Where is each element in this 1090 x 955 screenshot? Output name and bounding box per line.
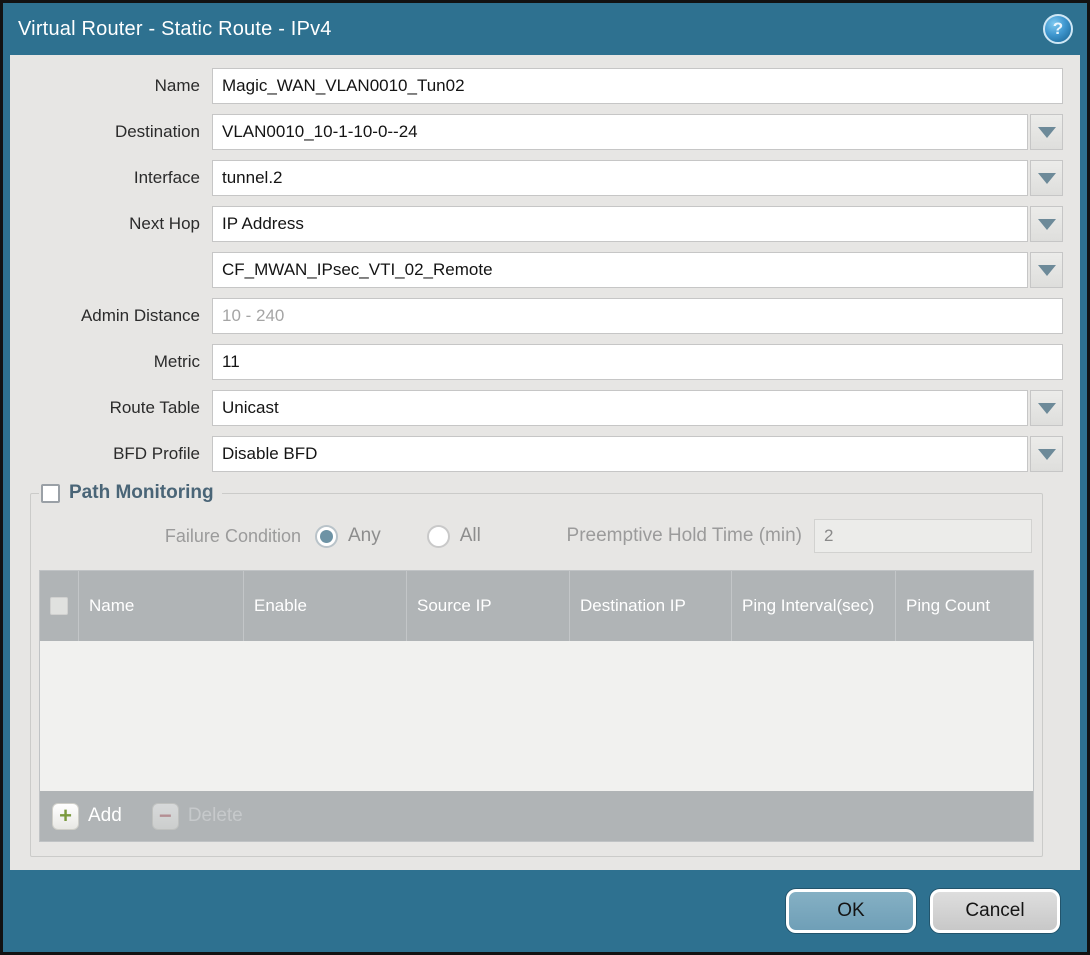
ok-button[interactable]: OK <box>786 889 916 933</box>
dialog-content: Name Destination Interface Next Hop <box>10 55 1080 870</box>
destination-row: Destination <box>10 114 1063 150</box>
column-header-ping-interval: Ping Interval(sec) <box>731 571 895 641</box>
route-table-label: Route Table <box>10 398 212 418</box>
chevron-down-icon <box>1038 449 1056 460</box>
delete-button-label: Delete <box>188 805 243 827</box>
failure-condition-label: Failure Condition <box>37 526 315 547</box>
failure-condition-row: Failure Condition Any All Preemptive Hol… <box>37 518 1032 554</box>
metric-label: Metric <box>10 352 212 372</box>
chevron-down-icon <box>1038 403 1056 414</box>
route-table-row: Route Table <box>10 390 1063 426</box>
add-button[interactable]: + Add <box>52 803 122 830</box>
name-input[interactable] <box>212 68 1063 104</box>
admin-distance-row: Admin Distance <box>10 298 1063 334</box>
route-table-dropdown-button[interactable] <box>1030 390 1063 426</box>
add-button-label: Add <box>88 805 122 827</box>
minus-icon: − <box>152 803 179 830</box>
column-header-destination-ip: Destination IP <box>569 571 731 641</box>
plus-icon: + <box>52 803 79 830</box>
interface-row: Interface <box>10 160 1063 196</box>
path-monitoring-checkbox[interactable] <box>41 484 60 503</box>
table-body-empty <box>40 641 1033 791</box>
chevron-down-icon <box>1038 219 1056 230</box>
column-header-ping-count: Ping Count <box>895 571 1033 641</box>
radio-any <box>315 525 338 548</box>
select-all-column <box>40 571 78 641</box>
column-header-name: Name <box>78 571 243 641</box>
admin-distance-input[interactable] <box>212 298 1063 334</box>
next-hop-label: Next Hop <box>10 214 212 234</box>
select-all-checkbox <box>50 597 68 615</box>
radio-all-label: All <box>460 525 481 547</box>
dialog-footer: OK Cancel <box>3 870 1087 952</box>
interface-input[interactable] <box>212 160 1028 196</box>
metric-input[interactable] <box>212 344 1063 380</box>
next-hop-address-dropdown-button[interactable] <box>1030 252 1063 288</box>
help-icon[interactable]: ? <box>1043 14 1073 44</box>
interface-label: Interface <box>10 168 212 188</box>
bfd-profile-label: BFD Profile <box>10 444 212 464</box>
interface-dropdown-button[interactable] <box>1030 160 1063 196</box>
failure-condition-radio-group: Any All <box>315 525 517 548</box>
destination-dropdown-button[interactable] <box>1030 114 1063 150</box>
route-table-input[interactable] <box>212 390 1028 426</box>
dialog-title: Virtual Router - Static Route - IPv4 <box>18 18 332 41</box>
name-row: Name <box>10 68 1063 104</box>
destination-label: Destination <box>10 122 212 142</box>
next-hop-type-input[interactable] <box>212 206 1028 242</box>
admin-distance-label: Admin Distance <box>10 306 212 326</box>
table-header: Name Enable Source IP Destination IP Pin… <box>40 571 1033 641</box>
static-route-dialog: Virtual Router - Static Route - IPv4 ? N… <box>0 0 1090 955</box>
bfd-profile-dropdown-button[interactable] <box>1030 436 1063 472</box>
destination-input[interactable] <box>212 114 1028 150</box>
preemptive-hold-time-label: Preemptive Hold Time (min) <box>567 525 814 547</box>
next-hop-row: Next Hop <box>10 206 1063 242</box>
name-label: Name <box>10 76 212 96</box>
table-toolbar: + Add − Delete <box>40 791 1033 841</box>
path-monitoring-title: Path Monitoring <box>69 482 214 504</box>
next-hop-address-input[interactable] <box>212 252 1028 288</box>
next-hop-type-dropdown-button[interactable] <box>1030 206 1063 242</box>
next-hop-address-row <box>10 252 1063 288</box>
bfd-profile-row: BFD Profile <box>10 436 1063 472</box>
chevron-down-icon <box>1038 127 1056 138</box>
titlebar: Virtual Router - Static Route - IPv4 ? <box>3 3 1087 55</box>
column-header-enable: Enable <box>243 571 406 641</box>
column-header-source-ip: Source IP <box>406 571 569 641</box>
chevron-down-icon <box>1038 173 1056 184</box>
radio-any-label: Any <box>348 525 381 547</box>
metric-row: Metric <box>10 344 1063 380</box>
preemptive-hold-time-input <box>814 519 1032 553</box>
delete-button: − Delete <box>152 803 243 830</box>
path-monitoring-section: Path Monitoring Failure Condition Any Al… <box>30 482 1043 857</box>
path-monitoring-table: Name Enable Source IP Destination IP Pin… <box>39 570 1034 842</box>
path-monitoring-legend: Path Monitoring <box>39 482 222 504</box>
cancel-button[interactable]: Cancel <box>930 889 1060 933</box>
radio-all <box>427 525 450 548</box>
chevron-down-icon <box>1038 265 1056 276</box>
bfd-profile-input[interactable] <box>212 436 1028 472</box>
